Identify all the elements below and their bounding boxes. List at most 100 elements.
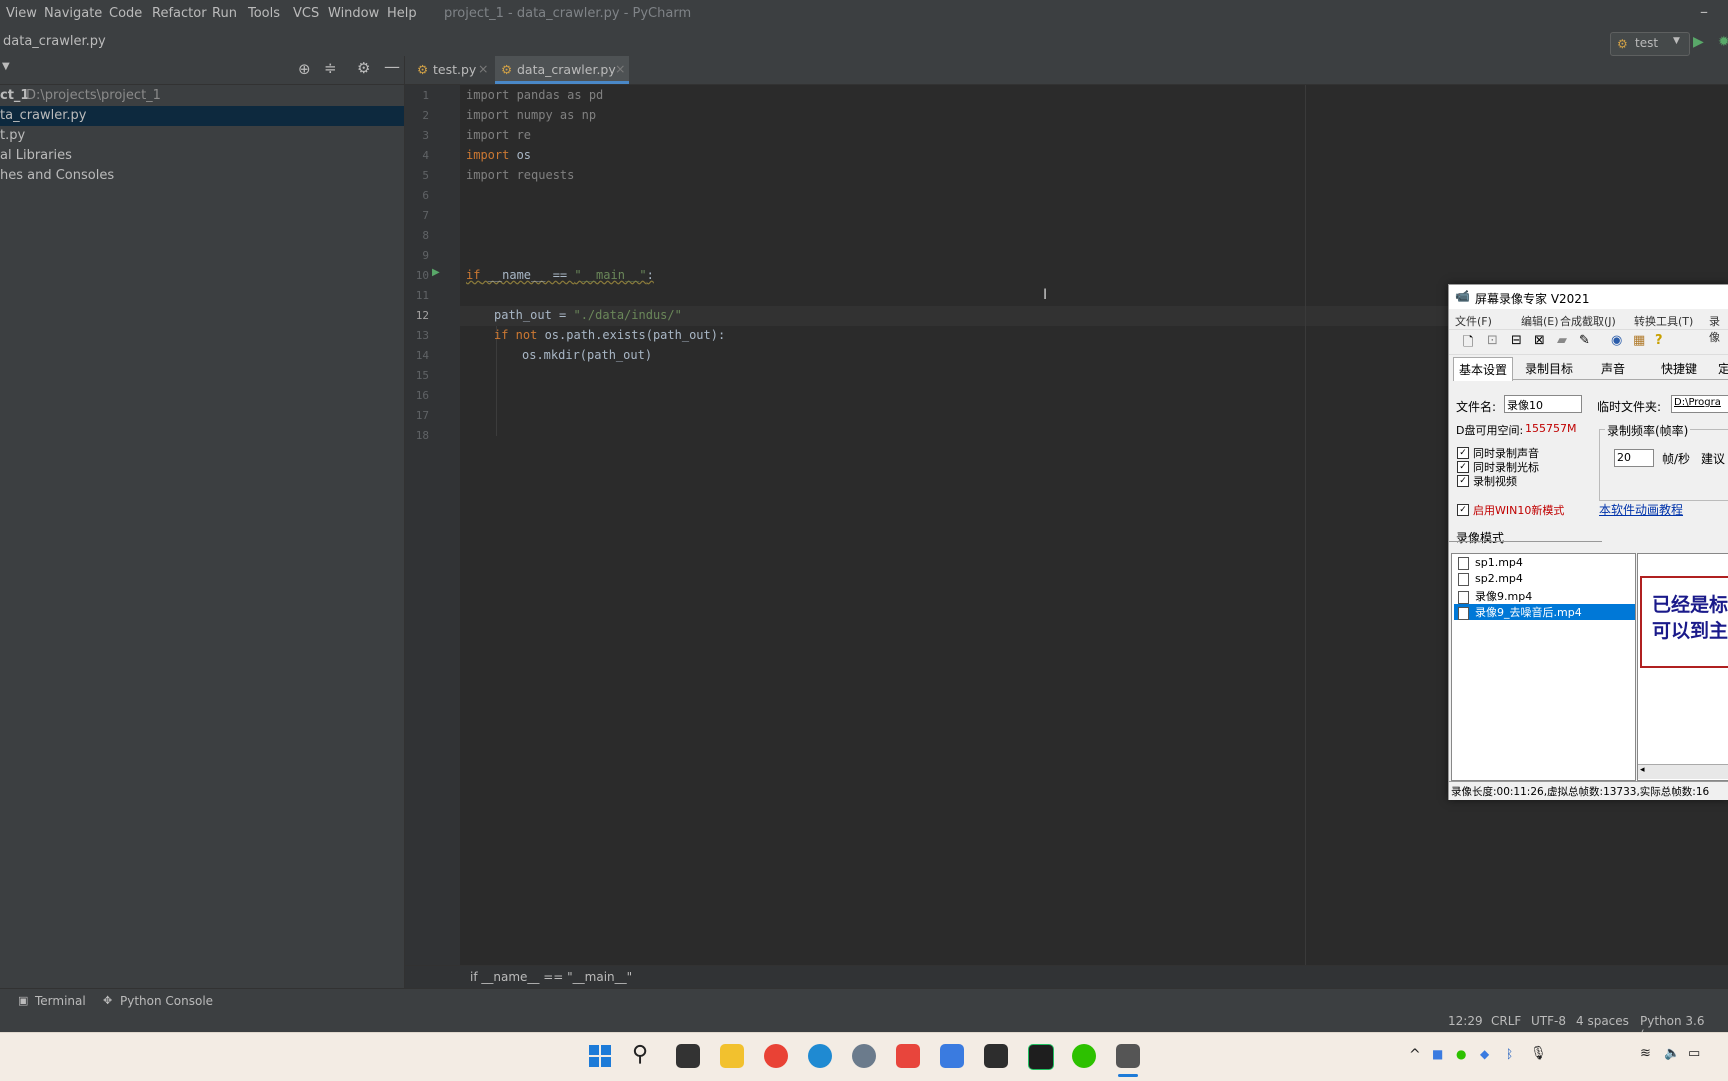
tab-basic-settings[interactable]: 基本设置: [1453, 357, 1514, 381]
divider: [1449, 541, 1602, 542]
recording-file-list[interactable]: sp1.mp4 sp2.mp4 录像9.mp4 录像9_去噪音后.mp4: [1451, 553, 1636, 781]
collapse-all-icon[interactable]: ≑: [324, 59, 337, 77]
menu-vcs[interactable]: VCS: [293, 6, 319, 21]
minimize-icon[interactable]: –: [1700, 2, 1708, 21]
check-record-sound[interactable]: ✓: [1457, 447, 1469, 459]
filename-value: 录像10: [1507, 399, 1543, 412]
check-record-cursor[interactable]: ✓: [1457, 461, 1469, 473]
new-icon[interactable]: 🗋: [1463, 333, 1473, 355]
speaker-icon[interactable]: 🔈: [1664, 1046, 1680, 1061]
tray-shield-icon[interactable]: ◆: [1480, 1047, 1489, 1061]
menu-window[interactable]: Window: [328, 6, 379, 21]
close-icon[interactable]: ×: [615, 61, 625, 76]
debug-icon[interactable]: ✹: [1718, 34, 1728, 50]
pycharm-icon[interactable]: [1028, 1044, 1054, 1070]
tree-item-external-libraries[interactable]: al Libraries: [0, 146, 404, 166]
globe-icon[interactable]: ◉: [1611, 333, 1622, 348]
camera-tool-icon[interactable]: ▰: [1557, 333, 1567, 348]
locate-icon[interactable]: ⊕: [298, 60, 311, 78]
record-icon[interactable]: ⊡: [1487, 333, 1498, 348]
editor-breadcrumb[interactable]: if __name__ == "__main__": [405, 965, 1728, 988]
tab-data-crawler-py[interactable]: ⚙ data_crawler.py ×: [495, 56, 629, 84]
menu-help[interactable]: Help: [387, 6, 417, 21]
menu-view[interactable]: View: [6, 6, 37, 21]
pause-icon[interactable]: ⊟: [1511, 333, 1522, 348]
tab-test-py[interactable]: ⚙ test.py ×: [411, 56, 491, 84]
tray-app-icon[interactable]: ■: [1432, 1047, 1443, 1061]
tab-hotkeys[interactable]: 快捷键: [1661, 360, 1697, 377]
cake-icon[interactable]: ▦: [1633, 333, 1645, 348]
gear-icon[interactable]: ⚙: [357, 59, 370, 77]
search-icon[interactable]: ⚲: [632, 1042, 648, 1067]
menu-refactor[interactable]: Refactor: [152, 6, 207, 21]
help-icon[interactable]: ?: [1655, 333, 1663, 348]
project-panel: [0, 56, 405, 988]
right-margin-guide: [1305, 85, 1306, 965]
recorder-menu-convert[interactable]: 转换工具(T): [1634, 313, 1693, 329]
line-number: 4: [422, 149, 429, 162]
file-icon: [1458, 606, 1469, 620]
line-number: 15: [415, 369, 429, 382]
terminal-tab[interactable]: Terminal: [35, 994, 86, 1008]
python-console-tab[interactable]: Python Console: [120, 994, 213, 1008]
menu-code[interactable]: Code: [109, 6, 142, 21]
filename-input[interactable]: 录像10: [1504, 395, 1582, 413]
tool-icon[interactable]: ✎: [1579, 333, 1590, 348]
chevron-up-icon[interactable]: ^: [1409, 1047, 1421, 1063]
tree-item-project-root[interactable]: ct_1 D:\projects\project_1: [0, 86, 404, 106]
wechat-icon[interactable]: [1072, 1044, 1096, 1068]
terminal-app-icon[interactable]: [984, 1044, 1008, 1068]
app-red-icon[interactable]: [896, 1044, 920, 1068]
scroll-left-icon[interactable]: ◂: [1640, 765, 1645, 775]
recorder-menu-file[interactable]: 文件(F): [1455, 313, 1492, 329]
tree-item-data-crawler[interactable]: ta_crawler.py: [0, 106, 404, 126]
stop-icon[interactable]: ⊠: [1534, 333, 1545, 348]
menu-tools[interactable]: Tools: [248, 6, 280, 21]
hide-panel-icon[interactable]: —: [384, 57, 400, 76]
check-win10-mode[interactable]: ✓: [1457, 504, 1469, 516]
list-item[interactable]: 录像9_去噪音后.mp4: [1454, 604, 1635, 620]
file-encoding[interactable]: UTF-8: [1531, 1014, 1566, 1028]
tutorial-link[interactable]: 本软件动画教程: [1599, 501, 1683, 518]
tab-sound[interactable]: 声音: [1601, 360, 1625, 377]
screen-recorder-app-icon[interactable]: [1116, 1044, 1140, 1068]
run-config-selector[interactable]: ⚙ test ▼: [1610, 32, 1690, 56]
task-view-icon[interactable]: [676, 1044, 700, 1068]
recorder-menu-edit[interactable]: 编辑(E): [1521, 313, 1559, 329]
list-item[interactable]: sp1.mp4: [1454, 556, 1635, 572]
tree-item-scratches[interactable]: hes and Consoles: [0, 166, 404, 186]
menu-run[interactable]: Run: [212, 6, 237, 21]
file-explorer-icon[interactable]: [720, 1044, 744, 1068]
app-blue-icon[interactable]: [940, 1044, 964, 1068]
fps-input[interactable]: 20: [1614, 449, 1654, 467]
tree-item-test[interactable]: t.py: [0, 126, 404, 146]
indent-setting[interactable]: 4 spaces: [1576, 1014, 1629, 1028]
tab-more[interactable]: 定: [1718, 360, 1728, 377]
chrome-icon[interactable]: [764, 1044, 788, 1068]
tab-record-target[interactable]: 录制目标: [1525, 360, 1573, 377]
menu-navigate[interactable]: Navigate: [44, 6, 102, 21]
settings-icon[interactable]: [852, 1044, 876, 1068]
close-icon[interactable]: ×: [478, 61, 488, 76]
line-number: 6: [422, 189, 429, 202]
edge-icon[interactable]: [808, 1044, 832, 1068]
list-item[interactable]: sp2.mp4: [1454, 572, 1635, 588]
microphone-icon[interactable]: 🎙: [1530, 1046, 1547, 1061]
check-record-video[interactable]: ✓: [1457, 475, 1469, 487]
caret-position[interactable]: 12:29: [1448, 1014, 1483, 1028]
preview-scrollbar[interactable]: ◂: [1638, 764, 1728, 779]
recorder-menu-compose[interactable]: 合成截取(J): [1560, 313, 1616, 329]
bluetooth-icon[interactable]: ᛒ: [1506, 1047, 1513, 1061]
windows-start-icon[interactable]: [588, 1044, 612, 1068]
run-icon[interactable]: ▶: [1693, 34, 1704, 50]
nav-file-breadcrumb[interactable]: data_crawler.py: [3, 34, 106, 49]
list-item[interactable]: 录像9.mp4: [1454, 588, 1635, 604]
chevron-down-icon[interactable]: ▼: [2, 61, 10, 72]
wifi-icon[interactable]: ≋: [1640, 1046, 1651, 1061]
line-separator[interactable]: CRLF: [1491, 1014, 1521, 1028]
run-gutter-icon[interactable]: ▶: [432, 267, 440, 278]
tray-wechat-icon[interactable]: ●: [1456, 1047, 1466, 1061]
recorder-titlebar[interactable]: 📹 屏幕录像专家 V2021: [1449, 285, 1728, 309]
tempdir-input[interactable]: D:\Progra: [1671, 395, 1728, 413]
battery-icon[interactable]: ▭: [1688, 1046, 1700, 1061]
